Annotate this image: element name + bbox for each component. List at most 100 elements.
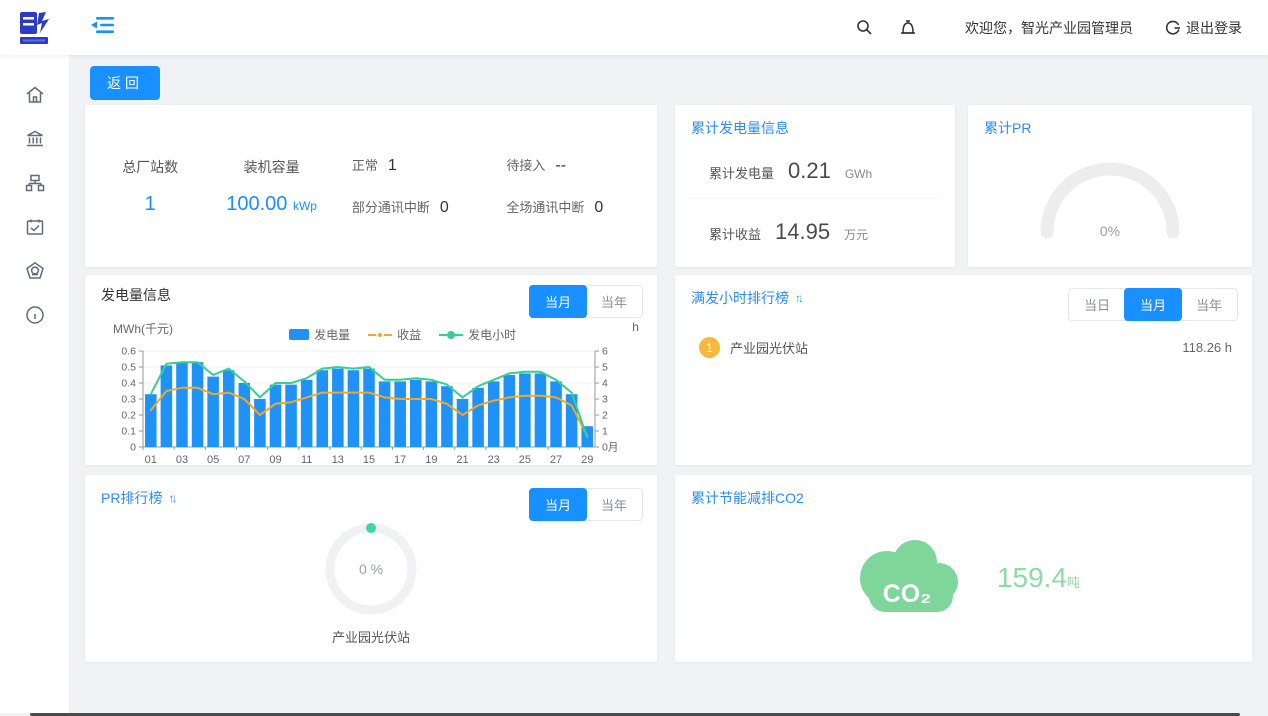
normal-stat: 正常1 [352,155,397,175]
tab-current-year[interactable]: 当年 [1181,289,1237,320]
full-interrupt-stat: 全场通讯中断0 [506,197,603,217]
svg-text:25: 25 [519,454,531,466]
co2-cloud-label: CO₂ [883,580,932,608]
collapse-menu-icon[interactable] [90,15,114,40]
cumulative-income-value: 14.95 [775,219,830,245]
plant-building-icon [25,129,45,149]
alarm-bell-icon[interactable] [899,19,917,37]
tab-current-month[interactable]: 当月 [529,285,587,318]
svg-text:2: 2 [602,410,608,422]
full-hours-tabs: 当日 当月 当年 [1068,288,1238,321]
svg-text:07: 07 [238,454,250,466]
pr-gauge-title: 累计PR [968,105,1252,138]
svg-text:1: 1 [602,426,608,438]
pending-stat: 待接入-- [506,155,566,175]
cumulative-generation-card: 累计发电量信息 累计发电量 0.21 GWh 累计收益 14.95 万元 [675,105,955,267]
sort-icon[interactable]: ↑↓ [168,491,174,505]
cumulative-pr-card: 累计PR 0% [968,105,1252,267]
app-logo [0,9,70,47]
svg-text:5: 5 [602,362,608,374]
svg-text:23: 23 [488,454,500,466]
svg-text:0月: 0月 [602,442,618,454]
capacity-value: 100.00 kWp [226,193,317,216]
full-hours-title: 满发小时排行榜 ↑↓ [691,288,801,308]
sidebar-item-schedule[interactable] [0,205,70,249]
generation-bar-line-chart[interactable]: 0.60.50.40.30.20.106543210月0103050709111… [97,343,645,475]
svg-text:19: 19 [425,454,437,466]
svg-text:4: 4 [602,378,608,390]
co2-savings-card: 累计节能减排CO2 CO₂ 159.4吨 [675,475,1252,662]
svg-text:11: 11 [301,454,312,466]
header-actions: 欢迎您，智光产业园管理员 退出登录 [856,18,1268,38]
svg-text:29: 29 [581,454,593,466]
back-button[interactable]: 返回 [90,66,160,100]
generation-chart-tabs: 当月 当年 [529,285,643,318]
svg-text:21: 21 [456,454,468,466]
svg-text:0.2: 0.2 [121,410,136,422]
legend-generation[interactable]: 发电量 [289,326,350,343]
sidebar-item-devices[interactable] [0,161,70,205]
ranking-row[interactable]: 1 产业园光伏站 118.26 h [675,321,1252,358]
stations-label: 总厂站数 [122,157,178,177]
tab-current-month[interactable]: 当月 [529,488,587,521]
calendar-check-icon [25,217,45,237]
co2-cloud-icon: CO₂ [847,530,971,626]
capacity-unit: kWp [293,199,317,213]
tab-current-month[interactable]: 当月 [1124,288,1182,321]
orange-line-swatch-icon [368,334,392,336]
legend-income[interactable]: 收益 [368,326,421,343]
sidebar-item-info[interactable] [0,293,70,337]
logout-power-icon [1165,20,1181,36]
co2-value-group: 159.4吨 [997,562,1080,594]
full-hours-ranking-card: 满发小时排行榜 ↑↓ 当日 当月 当年 1 产业园光伏站 118.26 h [675,275,1252,465]
tab-current-year[interactable]: 当年 [586,489,642,520]
cumulative-gen-value: 0.21 [788,158,831,184]
logo-icon [16,9,54,47]
capacity-label: 装机容量 [244,157,300,177]
legend-hours[interactable]: 发电小时 [439,326,516,343]
generation-chart-title: 发电量信息 [101,285,171,305]
pr-donut: 0 % 产业园光伏站 [85,517,657,646]
tab-current-day[interactable]: 当日 [1069,289,1125,320]
sidebar-item-plants[interactable] [0,117,70,161]
sidebar-item-ranking[interactable] [0,249,70,293]
logout-button[interactable]: 退出登录 [1165,18,1242,38]
y-left-caption: MWh(千元) [113,320,173,343]
svg-text:0.5: 0.5 [121,362,136,374]
home-icon [25,85,45,105]
sidebar-item-home[interactable] [0,73,70,117]
sort-icon[interactable]: ↑↓ [795,291,801,305]
sidebar-nav [0,55,70,713]
svg-text:05: 05 [207,454,219,466]
cumulative-gen-row: 累计发电量 0.21 GWh [689,138,941,199]
tab-current-year[interactable]: 当年 [586,286,642,317]
svg-text:0: 0 [130,442,136,454]
welcome-text: 欢迎您，智光产业园管理员 [965,18,1133,38]
svg-text:0.3: 0.3 [121,394,136,406]
co2-title: 累计节能减排CO2 [675,475,1252,508]
search-icon[interactable] [856,19,873,36]
pr-ranking-card: PR排行榜 ↑↓ 当月 当年 0 % 产业园光伏站 [85,475,657,662]
bar-swatch-icon [289,329,309,340]
svg-text:01: 01 [145,454,157,466]
generation-chart-card: 发电量信息 当月 当年 MWh(千元) 发电量 收益 发电小时 h 0.60.5… [85,275,657,465]
badge-pentagon-icon [25,261,45,281]
station-name: 产业园光伏站 [730,338,808,357]
svg-text:0.6: 0.6 [121,346,136,358]
partial-interrupt-stat: 部分通讯中断0 [352,197,449,217]
pr-station-name: 产业园光伏站 [332,627,410,646]
cumulative-income-row: 累计收益 14.95 万元 [689,199,941,259]
main-content: 返回 总厂站数 1 装机容量 100.00 kWp 正常1 部分通讯中断0 待接… [70,55,1268,713]
info-circle-icon [25,305,45,325]
station-overview-card: 总厂站数 1 装机容量 100.00 kWp 正常1 部分通讯中断0 待接入--… [85,105,657,267]
svg-text:3: 3 [602,394,608,406]
device-sitemap-icon [25,173,45,193]
gold-medal-icon: 1 [699,337,720,358]
svg-text:27: 27 [550,454,562,466]
svg-text:0.4: 0.4 [121,378,136,390]
donut-progress-dot [366,523,376,533]
logout-label: 退出登录 [1186,18,1242,38]
pr-gauge-value: 0% [1100,223,1120,239]
co2-value: 159.4 [997,562,1067,593]
top-header: 欢迎您，智光产业园管理员 退出登录 [0,0,1268,55]
